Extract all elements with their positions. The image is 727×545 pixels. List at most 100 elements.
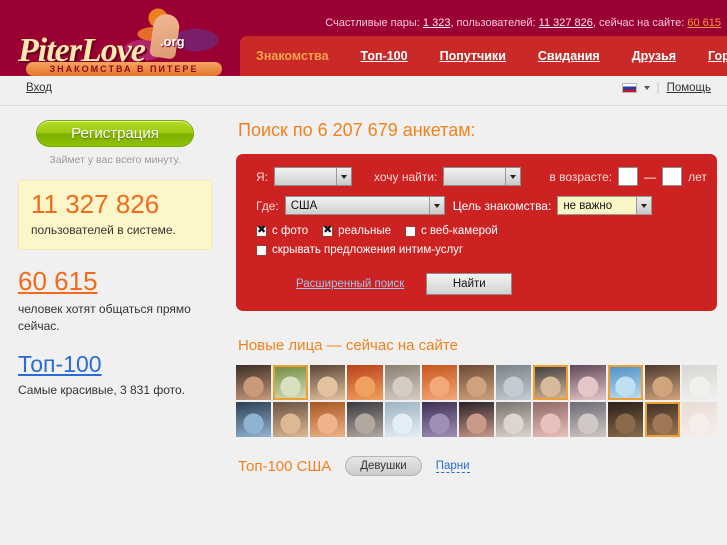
nav-item-goroskopy[interactable]: Гороскопы [692,36,727,76]
nav-link-goroskopy[interactable]: Гороскопы [692,36,727,76]
avatar[interactable] [384,402,420,438]
nav-list: Знакомства Топ-100 Попутчики Свидания Др… [240,36,727,76]
avatar[interactable] [458,365,495,401]
avatar[interactable] [681,365,717,401]
avatar[interactable] [384,365,420,401]
tab-guys[interactable]: Парни [435,460,470,473]
checkbox-real-label: реальные [338,225,391,237]
avatar[interactable] [644,402,680,438]
avatar[interactable] [496,402,532,438]
goal-select[interactable]: не важно [557,196,653,215]
nav-link-svidaniya[interactable]: Свидания [522,36,616,76]
age-dash: — [644,169,657,184]
site-logo[interactable]: PiterLove .org ЗНАКОМСТВА В ПИТЕРЕ [14,4,234,76]
avatar[interactable] [681,402,717,438]
avatar[interactable] [273,402,309,438]
chevron-down-icon [636,197,652,214]
new-faces-heading: Новые лица — сейчас на сайте [238,337,458,354]
tab-girls[interactable]: Девушки [345,456,422,477]
checkbox-hide-intim-label: скрывать предложения интим-услуг [272,244,464,256]
secondary-bar: Вход | Помощь [0,76,727,106]
find-label: хочу найти: [374,169,438,184]
users-count-value: 11 327 826 [31,189,160,219]
age-to-input[interactable] [662,167,683,186]
avatar[interactable] [347,402,383,438]
register-button[interactable]: Регистрация [36,120,194,147]
nav-item-znakomstva[interactable]: Знакомства [240,36,345,76]
search-panel: Я: хочу найти: в возрасте: — лет Где: СШ… [236,154,717,311]
avatar[interactable] [347,365,383,401]
nav-item-poputchiki[interactable]: Попутчики [424,36,522,76]
me-select[interactable] [274,167,352,186]
age-units-label: лет [688,169,707,184]
avatar[interactable] [236,365,272,401]
avatar[interactable] [421,402,457,438]
nav-item-top100[interactable]: Топ-100 [345,36,424,76]
chevron-down-icon [505,168,521,185]
sidebar-top100-link[interactable]: Топ-100 [18,352,102,376]
checkbox-with-photo[interactable] [256,224,267,237]
top100-section: Топ-100 США Девушки Парни [238,456,717,477]
advanced-search-link[interactable]: Расширенный поиск [296,278,404,290]
nav-link-top100[interactable]: Топ-100 [345,36,424,76]
avatar[interactable] [458,402,495,438]
search-row-1: Я: хочу найти: в возрасте: — лет [236,167,717,186]
where-label: Где: [256,198,279,213]
avatar[interactable] [310,402,346,438]
avatar[interactable] [533,402,569,438]
chevron-down-icon [428,197,444,214]
checkbox-real[interactable] [322,224,334,237]
nav-link-poputchiki[interactable]: Попутчики [424,36,522,76]
nav-link-znakomstva[interactable]: Знакомства [240,36,345,76]
page-content: Регистрация Займет у вас всего минуту. 1… [0,106,727,544]
find-select[interactable] [443,167,522,186]
avatar[interactable] [607,402,643,438]
chevron-down-icon [336,168,351,185]
stats-online-label: , сейчас на сайте: [592,17,685,29]
avatar[interactable] [533,365,569,401]
site-header: PiterLove .org ЗНАКОМСТВА В ПИТЕРЕ Счаст… [0,0,727,76]
logo-tld: .org [160,34,185,49]
stats-users-label: , пользователей: [450,17,536,29]
logo-tagline: ЗНАКОМСТВА В ПИТЕРЕ [26,62,222,76]
main-column: Поиск по 6 207 679 анкетам: Я: хочу найт… [230,106,727,477]
checkbox-webcam[interactable] [405,225,416,237]
nav-item-svidaniya[interactable]: Свидания [522,36,616,76]
where-select[interactable]: США [284,196,445,215]
stats-users-value[interactable]: 11 327 826 [539,17,593,29]
goal-label: Цель знакомства: [452,198,552,213]
stats-online-value[interactable]: 60 615 [687,17,721,29]
login-link[interactable]: Вход [26,82,52,94]
avatar[interactable] [607,365,643,401]
avatar[interactable] [273,365,309,401]
checkbox-row-2: скрывать предложения интим-услуг [236,244,717,256]
goal-select-value: не важно [563,199,613,212]
top100-heading: Топ-100 США [238,457,332,475]
online-count-label: человек хотят общаться прямо сейчас. [18,301,191,333]
avatar[interactable] [570,365,606,401]
search-row-2: Где: США Цель знакомства: не важно [236,196,717,215]
avatar[interactable] [310,365,346,401]
avatar[interactable] [570,402,606,438]
russian-flag-icon[interactable] [621,83,637,93]
new-faces-grid [236,365,717,438]
avatar[interactable] [236,402,272,438]
chevron-down-icon[interactable] [643,86,650,90]
nav-link-druzya[interactable]: Друзья [616,36,692,76]
find-button[interactable]: Найти [426,273,513,295]
subbar-divider: | [656,82,660,94]
nav-item-druzya[interactable]: Друзья [616,36,692,76]
users-count-label: пользователей в системе. [31,223,176,238]
avatar[interactable] [421,365,457,401]
checkbox-hide-intim[interactable] [256,244,267,256]
avatar[interactable] [644,365,680,401]
stats-couples-value[interactable]: 1 323 [423,17,451,29]
stats-couples-label: Счастливые пары: [325,17,420,29]
search-heading: Поиск по 6 207 679 анкетам: [238,120,476,140]
search-actions: Расширенный поиск Найти [236,273,717,295]
online-count-value[interactable]: 60 615 [18,267,98,295]
age-from-input[interactable] [618,167,639,186]
help-link[interactable]: Помощь [667,82,711,94]
avatar[interactable] [496,365,532,401]
main-navigation: Знакомства Топ-100 Попутчики Свидания Др… [240,36,727,76]
